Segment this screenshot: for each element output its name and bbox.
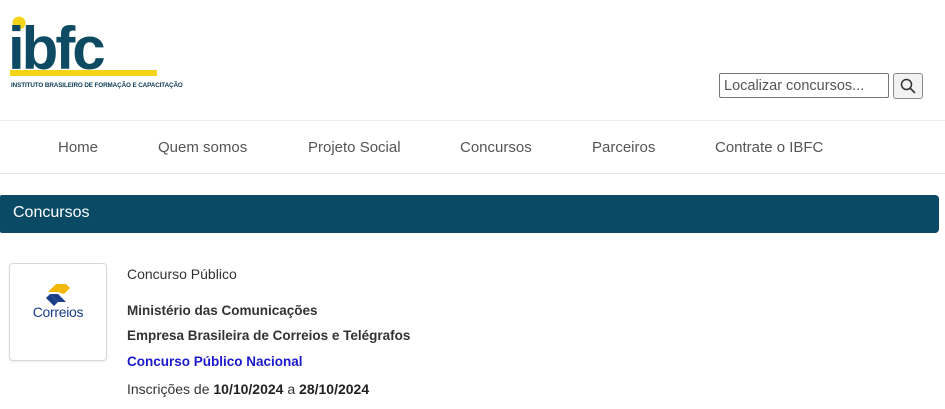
section-title: Concursos bbox=[13, 204, 90, 221]
listing-type: Concurso Público bbox=[127, 266, 237, 282]
search-icon bbox=[900, 78, 916, 94]
ibfc-logo-mark: ibfc bbox=[10, 15, 157, 80]
ibfc-logo[interactable]: ibfc INSTITUTO BRASILEIRO DE FORMAÇÃO E … bbox=[10, 14, 183, 94]
nav-item-concursos[interactable]: Concursos bbox=[460, 139, 532, 156]
listing-organization: Ministério das Comunicações bbox=[127, 303, 318, 318]
correios-logo-label: Correios bbox=[32, 304, 84, 320]
nav-item-parceiros[interactable]: Parceiros bbox=[592, 139, 655, 156]
search-button[interactable] bbox=[893, 73, 923, 99]
search-input[interactable] bbox=[719, 73, 889, 98]
inscricoes-start-date: 10/10/2024 bbox=[213, 381, 284, 397]
search-form bbox=[719, 73, 923, 99]
nav-item-quem-somos[interactable]: Quem somos bbox=[158, 139, 247, 156]
listing-link[interactable]: Concurso Público Nacional bbox=[127, 354, 303, 369]
nav-item-home[interactable]: Home bbox=[58, 139, 98, 156]
inscricoes-end-date: 28/10/2024 bbox=[299, 381, 370, 397]
listing-inscricoes: Inscrições de 10/10/2024 a 28/10/2024 bbox=[127, 381, 369, 397]
correios-logo-thumbnail[interactable]: Correios bbox=[9, 263, 107, 361]
nav-item-projeto-social[interactable]: Projeto Social bbox=[308, 139, 401, 156]
main-nav: Home Quem somos Projeto Social Concursos… bbox=[0, 120, 945, 174]
section-header: Concursos bbox=[0, 195, 939, 233]
inscricoes-prefix: Inscrições de bbox=[127, 381, 210, 397]
logo-subtitle: INSTITUTO BRASILEIRO DE FORMAÇÃO E CAPAC… bbox=[11, 82, 183, 89]
svg-text:ibfc: ibfc bbox=[10, 15, 104, 80]
correios-logo-icon bbox=[46, 284, 70, 306]
listing-entity: Empresa Brasileira de Correios e Telégra… bbox=[127, 328, 411, 343]
inscricoes-separator: a bbox=[287, 381, 296, 397]
nav-item-contrate[interactable]: Contrate o IBFC bbox=[715, 139, 823, 156]
